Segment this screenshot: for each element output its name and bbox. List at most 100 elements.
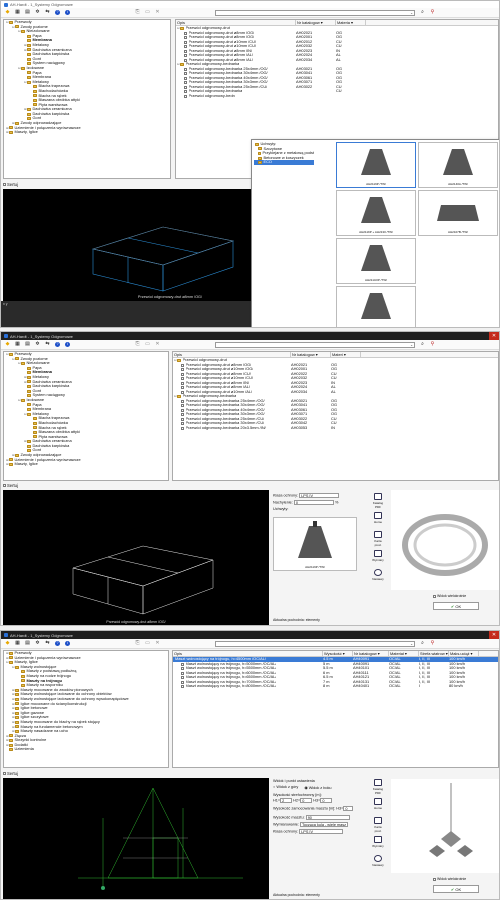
close-icon[interactable]: ✕ [489,332,499,340]
list-icon[interactable]: ▤ [25,641,30,646]
home-button[interactable]: Home [371,798,385,810]
tools-icon[interactable]: ✲ [35,641,40,646]
column-header[interactable]: Opis [173,352,291,357]
pdf-catalog-button[interactable]: Katalog PDF [371,779,385,795]
column-header[interactable]: Maks.uciąż ▾ [449,651,479,656]
save-icon[interactable]: ◆ [5,10,10,15]
multi-view-checkbox[interactable]: Widok wielokrotnie [433,877,466,881]
h2-input[interactable]: 0 [300,798,313,803]
tools-icon[interactable]: ✲ [35,342,40,347]
copy-icon[interactable]: ⎘ [135,10,140,15]
column-header[interactable]: Wysokość ▾ [323,651,353,656]
cut-icon[interactable]: ✕ [155,641,160,646]
list-icon[interactable]: ▤ [25,342,30,347]
mount-height-input[interactable]: 0 [343,806,354,811]
holder-thumb[interactable]: AH2140A /TW/ [418,142,498,188]
cut-icon[interactable]: ✕ [155,342,160,347]
search-icon[interactable]: ⌕ [420,342,425,347]
slope-input[interactable]: 0 [293,500,334,505]
row-checkbox[interactable] [181,426,184,430]
info-icon[interactable]: i [65,641,70,646]
search-input[interactable]: ⌄ [215,640,415,647]
grid-icon[interactable]: ▦ [15,10,20,15]
top-view-radio[interactable]: ○ Widok z góry [273,785,298,790]
row-checkbox[interactable] [181,685,184,689]
copy-icon[interactable]: ⎘ [135,342,140,347]
resize-icon[interactable]: ⇆ [45,10,50,15]
close-icon[interactable]: ✕ [489,631,499,639]
column-header[interactable]: Materi ▾ [331,352,361,357]
table-row[interactable]: Przewód odgromowy-bednarka 20x3.5mm /IN/… [173,426,498,431]
paste-icon[interactable]: ▭ [145,641,150,646]
multi-view-box[interactable] [433,594,436,598]
grid-icon[interactable]: ▦ [15,641,20,646]
mast-height-select[interactable]: 90 [305,815,350,820]
help-icon[interactable]: ? [55,10,60,15]
sort-checkbox[interactable]: Sertuj [3,771,18,776]
tree-node[interactable]: ⊞ Maszty, Iglice [4,462,168,467]
help-icon[interactable]: ? [55,342,60,347]
h1-input[interactable]: 2 [280,798,293,803]
dimensions-button[interactable]: Wymiary [371,836,385,848]
class-select[interactable]: LPS IV [299,829,344,834]
settings-button[interactable]: Nastawy [371,855,385,867]
search-input[interactable]: ⌄ [215,341,415,348]
help-icon[interactable]: ? [55,641,60,646]
binoculars-icon[interactable]: ⚲ [430,641,435,646]
sort-checkbox[interactable]: Sertuj [3,182,18,187]
info-icon[interactable]: i [65,10,70,15]
sort-checkbox-box[interactable] [3,772,6,775]
holder-thumb[interactable]: AH2107B /TW/ [418,190,498,236]
tree-node[interactable]: ⊞ Maszty, Iglice [4,130,170,135]
sort-checkbox[interactable]: Sertuj [3,483,18,488]
sizing-select[interactable]: Tocząca kula - wiele masz [299,822,348,827]
column-header[interactable]: Nr katalogow ▾ [353,651,389,656]
tree-node[interactable]: Uziemienia [4,747,168,752]
binoculars-icon[interactable]: ⚲ [430,10,435,15]
column-header[interactable]: Strefa wiatrow ▾ [419,651,449,656]
sort-checkbox-box[interactable] [3,183,6,186]
search-icon[interactable]: ⌕ [420,10,425,15]
holder-thumb[interactable]: AH2119P /TW/ [336,142,416,188]
class-select[interactable]: LPS IV [299,493,340,498]
3d-preview[interactable]: Przewód odgromowy-drut ø8mm /OG/ [3,490,269,625]
table-row[interactable]: Maszt wolnostojący na trójnogu, h=8000mm… [173,684,498,689]
holder-thumb[interactable]: AH2114OP + AH2130 /TW/ [336,286,416,327]
dimensions-button[interactable]: Wymiary [371,550,385,562]
search-input[interactable]: ⌄ [215,9,415,16]
paste-icon[interactable]: ▭ [145,10,150,15]
save-icon[interactable]: ◆ [5,342,10,347]
paste-icon[interactable]: ▭ [145,342,150,347]
side-view-radio[interactable]: ◉ Widok z boku [304,785,331,790]
h3-input[interactable]: 0 [320,798,333,803]
multi-view-checkbox[interactable]: Widok wielokrotnie [433,594,466,598]
multi-view-box[interactable] [433,877,436,881]
home-button[interactable]: Home [371,512,385,524]
column-header[interactable]: Opis [173,651,323,656]
product-card-button[interactable]: Karta prod. [371,531,385,547]
resize-icon[interactable]: ⇆ [45,641,50,646]
pdf-catalog-button[interactable]: Katalog PDF [371,493,385,509]
column-header[interactable]: Opis [176,20,296,25]
popup-tree-node[interactable]: ECO [254,160,314,165]
sort-checkbox-box[interactable] [3,484,6,487]
row-checkbox[interactable] [184,94,187,98]
selected-holder-thumb[interactable]: AH2119P /TW/ [273,517,357,571]
grid-icon[interactable]: ▦ [15,342,20,347]
column-header[interactable]: Materia ▾ [336,20,366,25]
resize-icon[interactable]: ⇆ [45,342,50,347]
tools-icon[interactable]: ✲ [35,10,40,15]
settings-button[interactable]: Nastawy [371,569,385,581]
mast-preview[interactable] [3,778,269,899]
product-card-button[interactable]: Karta prod. [371,817,385,833]
info-icon[interactable]: i [65,342,70,347]
save-icon[interactable]: ◆ [5,641,10,646]
holder-thumb[interactable]: AH2119P + AH2130 /TW/ [336,190,416,236]
column-header[interactable]: Materiał ▾ [389,651,419,656]
column-header[interactable]: Nr katalogow ▾ [291,352,331,357]
column-header[interactable]: Nr katalogow ▾ [296,20,336,25]
copy-icon[interactable]: ⎘ [135,641,140,646]
search-icon[interactable]: ⌕ [420,641,425,646]
ok-button[interactable]: ✔ OK [433,602,479,610]
binoculars-icon[interactable]: ⚲ [430,342,435,347]
